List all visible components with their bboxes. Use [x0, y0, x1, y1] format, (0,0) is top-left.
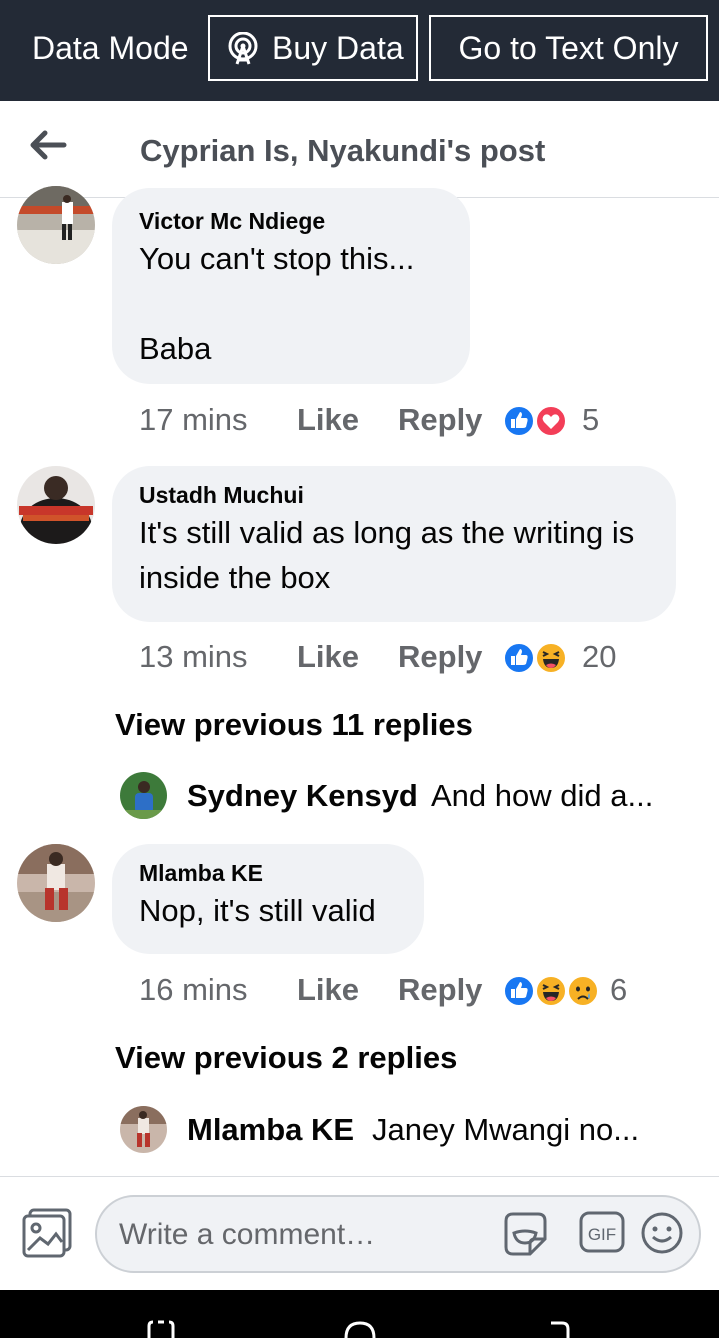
- like-button[interactable]: Like: [297, 970, 359, 1010]
- avatar[interactable]: [17, 466, 95, 544]
- comment-time[interactable]: 16 mins: [139, 970, 248, 1010]
- comment-bubble[interactable]: Victor Mc Ndiege You can't stop this... …: [112, 188, 470, 384]
- avatar[interactable]: [17, 844, 95, 922]
- like-button[interactable]: Like: [297, 637, 359, 677]
- reaction-count[interactable]: 20: [582, 637, 616, 677]
- comment-composer: Write a comment… GIF: [0, 1176, 719, 1290]
- avatar[interactable]: [120, 772, 167, 819]
- love-reaction-icon[interactable]: [535, 405, 567, 437]
- page-title: Cyprian Is, Nyakundi's post: [140, 133, 546, 168]
- reply-text: And how did a...: [431, 778, 654, 813]
- comment-time[interactable]: 13 mins: [139, 637, 248, 677]
- data-mode-bar: Data Mode Buy Data Go to Text Only: [0, 0, 719, 101]
- haha-reaction-icon[interactable]: [535, 642, 567, 674]
- gif-icon[interactable]: GIF: [579, 1211, 625, 1253]
- like-reaction-icon[interactable]: [503, 642, 535, 674]
- reply-author[interactable]: Mlamba KE: [187, 1110, 354, 1150]
- like-reaction-icon[interactable]: [503, 405, 535, 437]
- comment-bubble[interactable]: Ustadh Muchui It's still valid as long a…: [112, 466, 676, 622]
- gif-label: GIF: [588, 1225, 616, 1244]
- haha-reaction-icon[interactable]: [535, 975, 567, 1007]
- arrow-left-icon[interactable]: [28, 129, 68, 161]
- view-previous-replies-link[interactable]: View previous 2 replies: [115, 1038, 457, 1078]
- comment-input[interactable]: Write a comment… GIF: [95, 1195, 701, 1273]
- comment-text: Nop, it's still valid: [139, 893, 376, 928]
- reply-text: Janey Mwangi no...: [372, 1112, 640, 1147]
- reply-preview[interactable]: Sydney Kensyd And how did a...: [120, 772, 700, 820]
- data-mode-label: Data Mode: [32, 30, 189, 66]
- comment-author[interactable]: Mlamba KE: [139, 858, 398, 888]
- like-reaction-icon[interactable]: [503, 975, 535, 1007]
- comment-text: It's still valid as long as the writing …: [139, 515, 635, 595]
- recent-apps-icon[interactable]: [146, 1320, 176, 1338]
- reply-preview[interactable]: Mlamba KE Janey Mwangi no...: [120, 1106, 700, 1154]
- reply-button[interactable]: Reply: [398, 637, 482, 677]
- comment-text: You can't stop this... Baba: [139, 241, 415, 366]
- view-previous-replies-link[interactable]: View previous 11 replies: [115, 705, 473, 745]
- comment-time[interactable]: 17 mins: [139, 400, 248, 440]
- comment-bubble[interactable]: Mlamba KE Nop, it's still valid: [112, 844, 424, 954]
- text-only-button[interactable]: Go to Text Only: [429, 15, 708, 81]
- comment-input-placeholder: Write a comment…: [119, 1218, 376, 1251]
- system-navigation-bar: [0, 1290, 719, 1338]
- comment-author[interactable]: Ustadh Muchui: [139, 480, 650, 510]
- comment-author[interactable]: Victor Mc Ndiege: [139, 206, 444, 236]
- avatar[interactable]: [17, 186, 95, 264]
- home-icon[interactable]: [343, 1320, 377, 1338]
- reply-button[interactable]: Reply: [398, 970, 482, 1010]
- sad-reaction-icon[interactable]: [567, 975, 599, 1007]
- like-button[interactable]: Like: [297, 400, 359, 440]
- broadcast-icon: [228, 32, 258, 65]
- avatar[interactable]: [120, 1106, 167, 1153]
- reaction-count[interactable]: 5: [582, 400, 599, 440]
- reply-author[interactable]: Sydney Kensyd: [187, 776, 418, 816]
- reaction-count[interactable]: 6: [610, 970, 627, 1010]
- emoji-icon[interactable]: [640, 1211, 684, 1255]
- buy-data-label: Buy Data: [272, 30, 404, 66]
- sticker-icon[interactable]: [500, 1209, 550, 1259]
- buy-data-button[interactable]: Buy Data: [208, 15, 418, 81]
- photo-icon[interactable]: [22, 1208, 74, 1258]
- back-nav-icon[interactable]: [548, 1320, 572, 1338]
- post-header: Cyprian Is, Nyakundi's post: [0, 101, 719, 198]
- reply-button[interactable]: Reply: [398, 400, 482, 440]
